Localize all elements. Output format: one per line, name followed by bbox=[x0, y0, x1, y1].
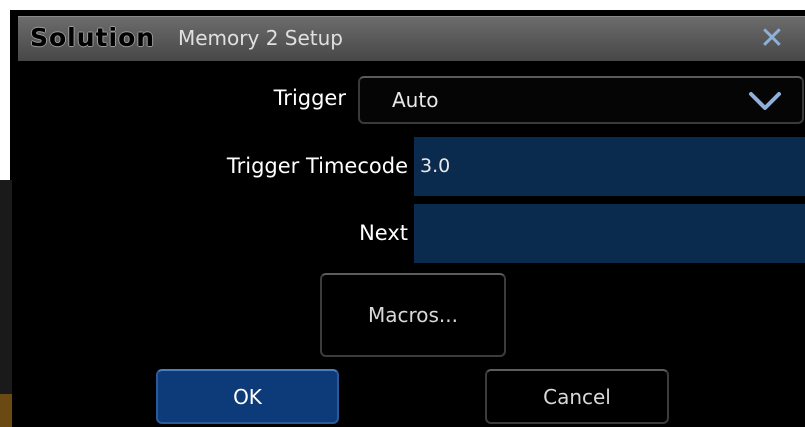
dialog-title: Memory 2 Setup bbox=[178, 26, 343, 50]
trigger-timecode-field[interactable]: 3.0 bbox=[414, 137, 805, 196]
cancel-button[interactable]: Cancel bbox=[485, 369, 669, 424]
next-field[interactable] bbox=[414, 204, 805, 263]
background-window-accent bbox=[0, 394, 12, 427]
trigger-timecode-value: 3.0 bbox=[420, 155, 451, 177]
trigger-dropdown[interactable]: Auto bbox=[358, 76, 804, 124]
close-icon[interactable]: ✕ bbox=[752, 22, 792, 56]
trigger-label: Trigger bbox=[273, 86, 346, 110]
trigger-timecode-label: Trigger Timecode bbox=[226, 154, 408, 178]
trigger-selected-value: Auto bbox=[392, 88, 439, 112]
chevron-down-icon[interactable] bbox=[748, 90, 782, 112]
background-window-edge bbox=[0, 180, 12, 427]
macros-button[interactable]: Macros... bbox=[320, 273, 506, 357]
solution-logo: Solution bbox=[30, 23, 156, 52]
ok-button[interactable]: OK bbox=[156, 369, 339, 424]
next-label: Next bbox=[359, 221, 408, 245]
